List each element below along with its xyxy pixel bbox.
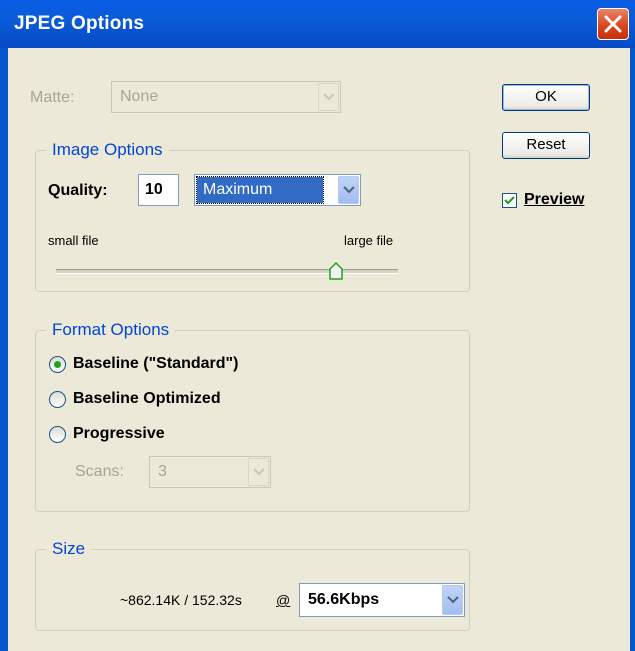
progressive-label[interactable]: Progressive bbox=[73, 425, 165, 443]
checkmark-icon bbox=[504, 196, 515, 205]
quality-input-value: 10 bbox=[145, 181, 163, 198]
baseline-standard-label[interactable]: Baseline ("Standard") bbox=[73, 355, 238, 373]
scans-select[interactable]: 3 bbox=[149, 456, 271, 488]
baseline-optimized-label[interactable]: Baseline Optimized bbox=[73, 390, 221, 408]
quality-label: Quality: bbox=[48, 182, 108, 200]
slider-thumb[interactable] bbox=[329, 262, 344, 280]
dialog-body: Matte: None OK Reset Preview Image Optio… bbox=[8, 48, 630, 651]
connection-speed-select[interactable]: 56.6Kbps bbox=[299, 583, 465, 617]
preview-checkbox[interactable] bbox=[502, 193, 517, 208]
chevron-down-icon bbox=[447, 596, 459, 604]
quality-preset-value: Maximum bbox=[196, 176, 324, 204]
connection-at-text: @ bbox=[276, 592, 291, 608]
connection-dropdown-button[interactable] bbox=[442, 585, 463, 615]
baseline-optimized-radio[interactable] bbox=[49, 391, 66, 408]
scans-dropdown-button[interactable] bbox=[248, 458, 269, 486]
quality-preset-select[interactable]: Maximum bbox=[194, 174, 361, 206]
matte-value: None bbox=[120, 88, 159, 105]
format-options-group: Format Options Baseline ("Standard") Bas… bbox=[35, 320, 470, 512]
matte-select[interactable]: None bbox=[111, 81, 341, 113]
matte-label: Matte: bbox=[30, 89, 74, 107]
ok-button[interactable]: OK bbox=[502, 84, 590, 111]
format-options-title: Format Options bbox=[46, 320, 176, 340]
scans-value: 3 bbox=[158, 463, 167, 480]
slider-track bbox=[56, 269, 398, 274]
matte-label-text: Matte: bbox=[30, 89, 75, 106]
window-border-left bbox=[0, 48, 8, 651]
scans-label: Scans: bbox=[75, 463, 124, 480]
connection-speed-value: 56.6Kbps bbox=[308, 591, 380, 608]
slider-min-label: small file bbox=[48, 233, 99, 248]
connection-at-label: @ bbox=[276, 592, 290, 608]
size-group: Size ~862.14K / 152.32s @ 56.6Kbps bbox=[35, 539, 470, 631]
slider-max-label: large file bbox=[344, 233, 394, 248]
chevron-down-icon bbox=[253, 468, 265, 476]
reset-button[interactable]: Reset bbox=[502, 132, 590, 159]
chevron-down-icon bbox=[343, 186, 355, 194]
title-bar[interactable]: JPEG Options bbox=[0, 0, 635, 48]
jpeg-options-dialog: JPEG Options Matte: None OK Reset Previe… bbox=[0, 0, 635, 651]
chevron-down-icon bbox=[323, 93, 335, 101]
window-border-right bbox=[630, 48, 635, 651]
image-options-title: Image Options bbox=[46, 140, 169, 160]
matte-dropdown-button[interactable] bbox=[318, 83, 339, 111]
preview-label[interactable]: Preview bbox=[524, 191, 584, 209]
preview-label-text: Preview bbox=[524, 191, 585, 208]
close-icon bbox=[604, 15, 622, 33]
quality-input[interactable]: 10 bbox=[138, 174, 179, 206]
image-options-group: Image Options Quality: 10 Maximum small … bbox=[35, 140, 470, 292]
baseline-standard-radio[interactable] bbox=[49, 356, 66, 373]
window-title: JPEG Options bbox=[14, 13, 145, 34]
size-estimate: ~862.14K / 152.32s bbox=[120, 592, 242, 608]
close-button[interactable] bbox=[597, 8, 629, 40]
quality-slider[interactable] bbox=[56, 261, 398, 281]
progressive-radio[interactable] bbox=[49, 426, 66, 443]
size-title: Size bbox=[46, 539, 92, 559]
quality-label-text: Quality: bbox=[48, 182, 108, 199]
quality-preset-dropdown-button[interactable] bbox=[338, 176, 359, 204]
